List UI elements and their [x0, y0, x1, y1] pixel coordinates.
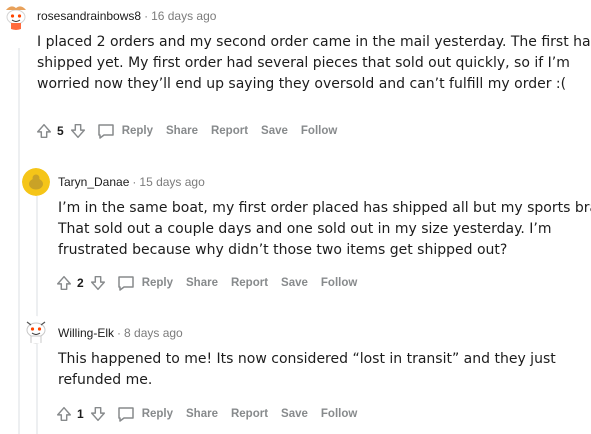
comment-line: I’m in the same boat, my first order pla… [58, 200, 591, 216]
reply-button[interactable]: Reply [96, 121, 153, 141]
share-button[interactable]: Share [186, 408, 218, 420]
report-button[interactable]: Report [231, 277, 268, 289]
vote-count: 2 [77, 276, 84, 290]
upvote-icon[interactable] [54, 404, 74, 424]
author-name[interactable]: Willing-Elk [58, 326, 114, 340]
snoo-avatar-icon[interactable] [2, 2, 30, 30]
author-name[interactable]: rosesandrainbows8 [37, 9, 141, 23]
thread-line-nested[interactable] [36, 196, 38, 434]
timestamp[interactable]: 8 days ago [124, 326, 183, 340]
yellow-avatar-icon[interactable] [22, 168, 50, 196]
vote-count: 1 [77, 407, 84, 421]
downvote-icon[interactable] [68, 121, 88, 141]
upvote-icon[interactable] [54, 273, 74, 293]
comment-meta: rosesandrainbows8 · 16 days ago [37, 6, 216, 26]
separator: · [144, 9, 149, 23]
comment-body: I placed 2 orders and my second order ca… [37, 32, 591, 95]
separator: · [117, 326, 122, 340]
downvote-icon[interactable] [88, 273, 108, 293]
comment-meta: Willing-Elk · 8 days ago [58, 323, 183, 343]
reply-button[interactable]: Reply [116, 273, 173, 293]
comment-line: I placed 2 orders and my second order ca… [37, 34, 591, 50]
comment-actions: 2 Reply Share Report Save Follow [54, 271, 370, 295]
follow-button[interactable]: Follow [301, 125, 337, 137]
comment-line: frustrated because why didn’t those two … [58, 242, 508, 258]
timestamp[interactable]: 15 days ago [139, 175, 204, 189]
reply-label: Reply [121, 125, 154, 137]
comment-bubble-icon [96, 121, 116, 141]
vote-count: 5 [57, 124, 64, 138]
upvote-icon[interactable] [34, 121, 54, 141]
comment-line: This happened to me! Its now considered … [58, 351, 556, 367]
downvote-icon[interactable] [88, 404, 108, 424]
comment-actions: 5 Reply Share Report Save Follow [34, 119, 350, 143]
comment-line: worried now they’ll end up saying they o… [37, 76, 567, 92]
share-button[interactable]: Share [186, 277, 218, 289]
comment-body: I’m in the same boat, my first order pla… [58, 198, 591, 261]
comment-bubble-icon [116, 404, 136, 424]
save-button[interactable]: Save [281, 277, 308, 289]
follow-button[interactable]: Follow [321, 408, 357, 420]
share-button[interactable]: Share [166, 125, 198, 137]
save-button[interactable]: Save [281, 408, 308, 420]
report-button[interactable]: Report [231, 408, 268, 420]
snoo-avatar-icon[interactable] [22, 316, 50, 344]
save-button[interactable]: Save [261, 125, 288, 137]
thread-line[interactable] [18, 48, 20, 434]
comment-body: This happened to me! Its now considered … [58, 349, 556, 391]
author-name[interactable]: Taryn_Danae [58, 175, 129, 189]
reply-button[interactable]: Reply [116, 404, 173, 424]
timestamp[interactable]: 16 days ago [151, 9, 216, 23]
separator: · [132, 175, 137, 189]
comment-line: shipped yet. My first order had several … [37, 55, 570, 71]
comment-line: refunded me. [58, 372, 153, 388]
reply-label: Reply [141, 408, 174, 420]
follow-button[interactable]: Follow [321, 277, 357, 289]
report-button[interactable]: Report [211, 125, 248, 137]
comment-meta: Taryn_Danae · 15 days ago [58, 172, 205, 192]
reply-label: Reply [141, 277, 174, 289]
comment-bubble-icon [116, 273, 136, 293]
comment-line: That sold out a couple days and one sold… [58, 221, 552, 237]
comment-actions: 1 Reply Share Report Save Follow [54, 402, 370, 426]
